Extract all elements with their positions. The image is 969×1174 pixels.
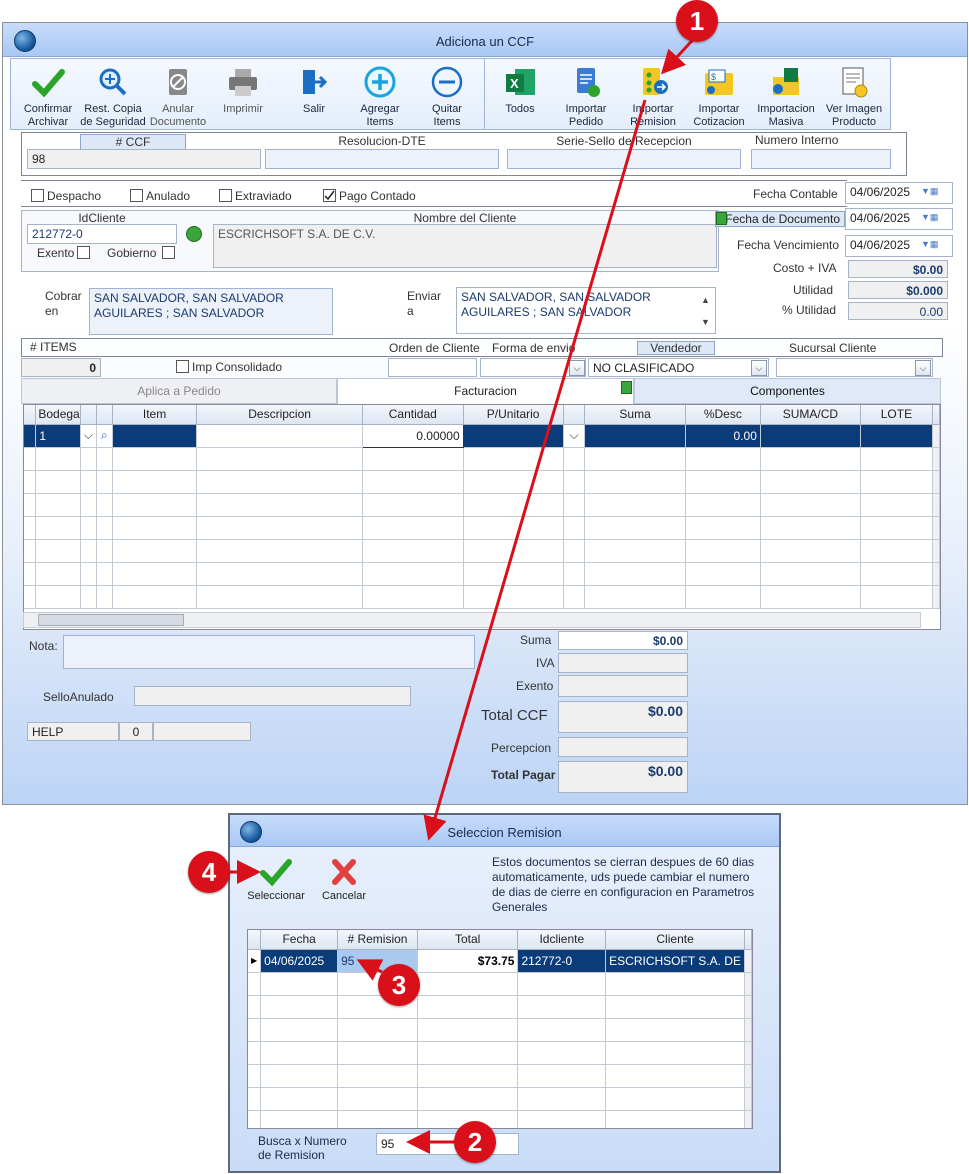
annotation-badge-2: 2 (454, 1121, 496, 1163)
annotation-arrows (230, 30, 702, 1154)
annotation-badge-4: 4 (188, 851, 230, 893)
annotation-badge-3: 3 (378, 964, 420, 1006)
annotation-badge-1: 1 (676, 0, 718, 42)
